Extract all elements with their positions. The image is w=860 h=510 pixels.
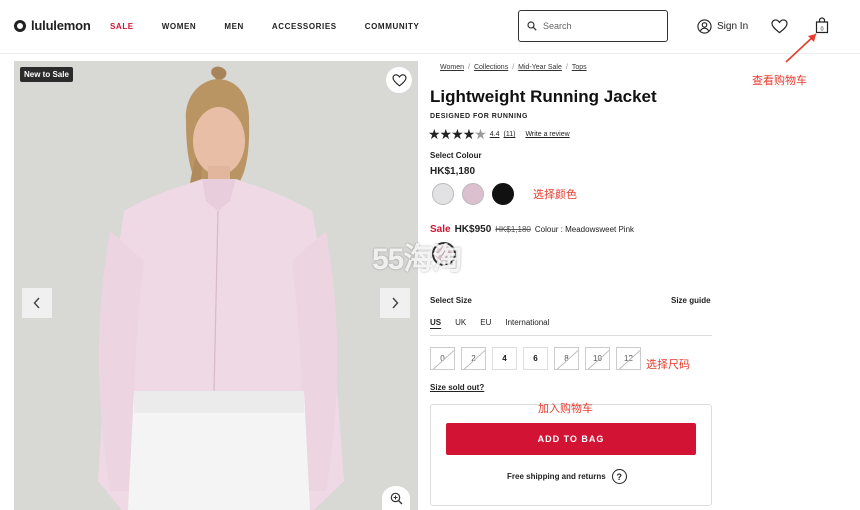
product-page: lululemon SALE WOMEN MEN ACCESSORIES COM… (0, 0, 860, 510)
logo-text: lululemon (31, 18, 91, 33)
product-price: HK$1,180 (430, 166, 476, 177)
annotation-add-to-cart: 加入购物车 (538, 403, 593, 415)
size-option[interactable]: 8 (554, 347, 579, 370)
size-option[interactable]: 10 (585, 347, 610, 370)
breadcrumb-separator: / (468, 64, 470, 71)
nav-accessories[interactable]: ACCESSORIES (272, 22, 337, 31)
breadcrumb-separator: / (565, 64, 568, 71)
zoom-button[interactable] (382, 486, 410, 510)
size-region-tabs: US UK EU International (430, 318, 712, 336)
gallery-wishlist-button[interactable] (386, 67, 412, 93)
breadcrumb-mid-year-sale[interactable]: Mid-Year Sale (518, 64, 562, 71)
annotation-select-colour: 选择颜色 (533, 189, 577, 201)
designed-for: DESIGNED FOR RUNNING (430, 113, 528, 120)
annotation-arrow (785, 33, 817, 63)
write-review-link[interactable]: Write a review (525, 131, 569, 138)
breadcrumb: Women / Collections / Mid-Year Sale / To… (440, 64, 587, 71)
sign-in-link[interactable]: Sign In (697, 19, 748, 34)
colour-name: Colour : Meadowsweet Pink (534, 225, 635, 234)
user-icon (697, 19, 712, 34)
annotation-view-cart: 查看购物车 (752, 75, 807, 87)
chevron-right-icon (392, 297, 399, 309)
watermark: 55海淘 (372, 243, 462, 276)
nav-men[interactable]: MEN (224, 22, 244, 31)
size-option[interactable]: 6 (523, 347, 548, 370)
select-colour-label: Select Colour (430, 151, 482, 160)
search-input[interactable] (543, 21, 653, 31)
breadcrumb-tops[interactable]: Tops (572, 64, 587, 71)
next-image-button[interactable] (380, 288, 410, 318)
add-to-bag-button[interactable]: ADD TO BAG (446, 423, 696, 455)
tab-international[interactable]: International (505, 318, 549, 327)
logo-icon (14, 19, 26, 32)
original-price: HK$1,180 (495, 225, 531, 234)
chevron-left-icon (33, 297, 40, 309)
tab-eu[interactable]: EU (480, 318, 491, 327)
main-nav: SALE WOMEN MEN ACCESSORIES COMMUNITY (110, 22, 447, 31)
search-icon (527, 21, 537, 31)
star-rating-icon[interactable]: ★★★★★ (428, 126, 487, 143)
colour-swatches (432, 183, 514, 205)
size-options: 0 2 4 6 8 10 12 (430, 347, 641, 370)
annotation-select-size: 选择尺码 (646, 359, 690, 371)
add-to-bag-panel (430, 404, 712, 506)
nav-community[interactable]: COMMUNITY (365, 22, 420, 31)
colour-swatch-black[interactable] (492, 183, 514, 205)
size-option[interactable]: 0 (430, 347, 455, 370)
product-title: Lightweight Running Jacket (430, 87, 657, 106)
new-to-sale-badge: New to Sale (20, 67, 73, 82)
tab-uk[interactable]: UK (455, 318, 466, 327)
colour-swatch-grey[interactable] (432, 183, 454, 205)
rating-value[interactable]: 4.4 (490, 131, 500, 138)
free-shipping-text: Free shipping and returns (507, 472, 606, 481)
size-option[interactable]: 2 (461, 347, 486, 370)
sign-in-label: Sign In (717, 21, 749, 32)
tab-us[interactable]: US (430, 318, 441, 327)
search-box[interactable] (518, 10, 668, 42)
size-option[interactable]: 4 (492, 347, 517, 370)
heart-icon (391, 73, 407, 86)
size-sold-out-link[interactable]: Size sold out? (430, 383, 484, 392)
colour-swatch-pink[interactable] (462, 183, 484, 205)
zoom-icon (390, 492, 402, 504)
product-gallery[interactable]: New to Sale (14, 61, 418, 510)
review-count[interactable]: (11) (504, 131, 516, 138)
nav-sale[interactable]: SALE (110, 22, 134, 31)
nav-women[interactable]: WOMEN (162, 22, 197, 31)
previous-image-button[interactable] (22, 288, 52, 318)
free-shipping-row: Free shipping and returns ? (507, 469, 627, 484)
select-size-label: Select Size (430, 296, 472, 305)
help-icon[interactable]: ? (611, 469, 627, 484)
site-header: lululemon SALE WOMEN MEN ACCESSORIES COM… (0, 0, 860, 54)
breadcrumb-women[interactable]: Women (440, 64, 464, 71)
size-guide-link[interactable]: Size guide (671, 296, 711, 305)
breadcrumb-separator: / (512, 64, 515, 71)
size-option[interactable]: 12 (616, 347, 641, 370)
logo[interactable]: lululemon (14, 18, 91, 33)
breadcrumb-collections[interactable]: Collections (474, 64, 508, 71)
rating-row: ★★★★★ 4.4 (11) Write a review (428, 126, 570, 143)
product-photo (14, 61, 418, 510)
